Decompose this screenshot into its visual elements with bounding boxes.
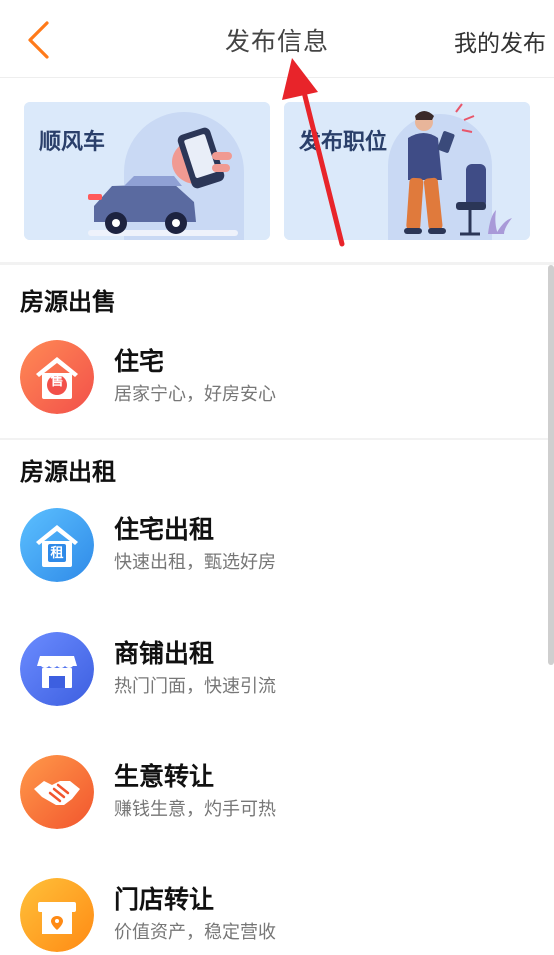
sale-badge: 售 [50, 374, 64, 389]
storefront-icon [20, 632, 94, 706]
scrollbar[interactable] [548, 265, 554, 665]
list-item-residence-sale[interactable]: 售 住宅 居家宁心，好房安心 [0, 340, 546, 440]
item-subtitle: 赚钱生意，灼手可热 [114, 799, 276, 820]
banner-label-post-job: 发布职位 [299, 130, 388, 155]
banner-label-rideshare: 顺风车 [39, 130, 106, 155]
rideshare-banner[interactable]: 顺风车 [24, 102, 270, 240]
rent-badge: 租 [50, 546, 64, 561]
item-subtitle: 快速出租，甄选好房 [114, 552, 276, 573]
top-navigation-bar: 发布信息 我的发布 [0, 0, 554, 78]
item-title: 住宅 [114, 347, 165, 376]
my-posts-link[interactable]: 我的发布 [454, 24, 546, 58]
office-worker-illustration-icon [284, 102, 530, 240]
item-subtitle: 热门门面，快速引流 [114, 676, 276, 697]
list-item-shop-rent[interactable]: 商铺出租 热门门面，快速引流 [0, 632, 546, 732]
section-title-sale: 房源出售 [20, 288, 116, 316]
banner-row: 顺风车 发布职位 [0, 78, 554, 263]
list-item-business-transfer[interactable]: 生意转让 赚钱生意，灼手可热 [0, 755, 546, 855]
list-item-residence-rent[interactable]: 租 住宅出租 快速出租，甄选好房 [0, 508, 546, 608]
section-title-rent: 房源出租 [20, 458, 116, 486]
list-item-store-transfer[interactable]: 门店转让 价值资产，稳定营收 [0, 878, 546, 955]
item-title: 生意转让 [114, 762, 215, 791]
section-divider [0, 438, 554, 440]
car-illustration-icon [24, 102, 270, 240]
section-divider [0, 262, 554, 265]
item-subtitle: 居家宁心，好房安心 [114, 384, 276, 405]
item-title: 商铺出租 [114, 639, 215, 668]
item-title: 住宅出租 [114, 515, 215, 544]
item-title: 门店转让 [114, 885, 215, 914]
shop-transfer-icon [20, 878, 94, 952]
post-job-banner[interactable]: 发布职位 [284, 102, 530, 240]
handshake-icon [20, 755, 94, 829]
item-subtitle: 价值资产，稳定营收 [114, 922, 276, 943]
